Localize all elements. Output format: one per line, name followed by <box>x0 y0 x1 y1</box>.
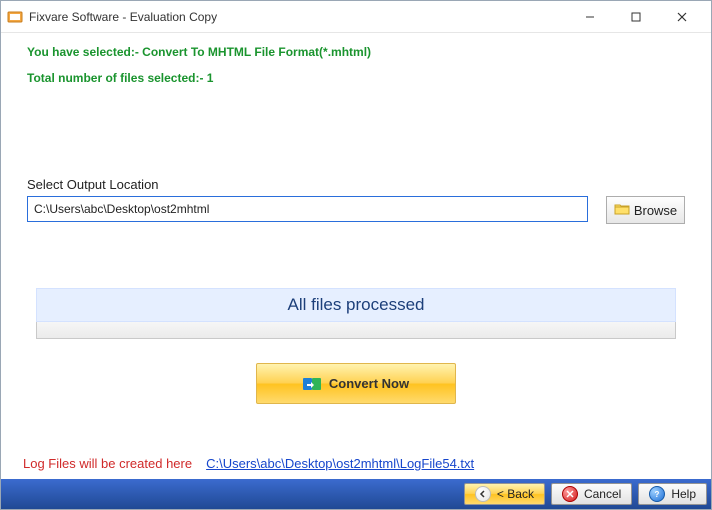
status-text: All files processed <box>36 288 676 322</box>
maximize-button[interactable] <box>613 5 659 29</box>
output-path-row: Browse <box>27 196 685 224</box>
window-title: Fixvare Software - Evaluation Copy <box>29 10 217 24</box>
folder-icon <box>614 201 630 220</box>
status-section: All files processed <box>36 288 676 339</box>
log-files-label: Log Files will be created here <box>23 456 192 471</box>
help-icon: ? <box>649 486 665 502</box>
log-files-row: Log Files will be created here C:\Users\… <box>23 456 474 471</box>
close-icon <box>677 12 687 22</box>
cancel-button[interactable]: Cancel <box>551 483 632 505</box>
browse-button[interactable]: Browse <box>606 196 685 224</box>
output-path-input[interactable] <box>27 196 588 222</box>
help-button-label: Help <box>671 487 696 501</box>
window-controls <box>567 5 705 29</box>
minimize-icon <box>585 12 595 22</box>
output-location-label: Select Output Location <box>27 177 685 192</box>
close-button[interactable] <box>659 5 705 29</box>
svg-text:?: ? <box>655 490 660 499</box>
maximize-icon <box>631 12 641 22</box>
back-button[interactable]: < Back <box>464 483 545 505</box>
app-icon <box>7 9 23 25</box>
cancel-button-label: Cancel <box>584 487 621 501</box>
titlebar-left: Fixvare Software - Evaluation Copy <box>7 9 217 25</box>
help-button[interactable]: ? Help <box>638 483 707 505</box>
convert-now-button[interactable]: Convert Now <box>256 363 456 404</box>
progress-bar <box>36 322 676 339</box>
content-area: You have selected:- Convert To MHTML Fil… <box>1 33 711 404</box>
titlebar: Fixvare Software - Evaluation Copy <box>1 1 711 33</box>
convert-icon <box>303 375 321 393</box>
log-file-link[interactable]: C:\Users\abc\Desktop\ost2mhtml\LogFile54… <box>206 456 474 471</box>
convert-now-label: Convert Now <box>329 376 409 391</box>
back-button-label: < Back <box>497 487 534 501</box>
app-window: Fixvare Software - Evaluation Copy You h… <box>0 0 712 510</box>
minimize-button[interactable] <box>567 5 613 29</box>
selected-format-text: You have selected:- Convert To MHTML Fil… <box>27 45 685 59</box>
back-arrow-icon <box>475 486 491 502</box>
file-count-text: Total number of files selected:- 1 <box>27 71 685 85</box>
cancel-icon <box>562 486 578 502</box>
footer-bar: < Back Cancel ? Help <box>1 479 711 509</box>
convert-row: Convert Now <box>27 363 685 404</box>
browse-button-label: Browse <box>634 203 677 218</box>
